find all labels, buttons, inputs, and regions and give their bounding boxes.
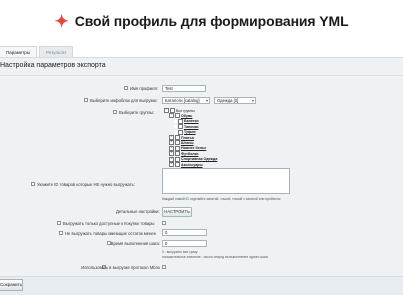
tree-item-checkbox[interactable]: [170, 108, 175, 113]
tree-item-checkbox[interactable]: [178, 118, 183, 124]
leaf-icon: [174, 119, 177, 123]
detail-settings-label: Детальные настройки:: [116, 209, 160, 214]
expand-icon[interactable]: +: [169, 140, 174, 146]
tree-item-checkbox[interactable]: [175, 151, 180, 157]
groups-checkbox[interactable]: [113, 110, 117, 114]
exclude-ids-label: Укажите ID товаров которые НЕ нужно выгр…: [37, 182, 136, 187]
tree-item-checkbox[interactable]: [175, 113, 180, 119]
tree-item-label: Все группы: [176, 108, 195, 113]
tree-item-label: Платья: [181, 135, 194, 140]
catalog-type-select[interactable]: Каталоги [catalog]: [162, 97, 210, 104]
tree-item[interactable]: + Спортивная Одежда: [169, 156, 218, 162]
iblock-value: Одежда [2]: [217, 98, 239, 103]
section-title: Настройка параметров экспорта: [0, 62, 106, 69]
tree-item[interactable]: Тапочки: [174, 124, 199, 130]
page-title: Свой профиль для формирования YML: [74, 13, 349, 29]
step-time-label: Время выполнения шага:: [110, 241, 160, 246]
step-time-hint-2: положительное значение - число секунд на…: [162, 255, 268, 259]
leaf-icon: [174, 130, 177, 134]
tree-item-label: Туфли: [184, 130, 196, 135]
tree-item-checkbox[interactable]: [175, 156, 180, 162]
tree-item-label: Аксессуары: [181, 162, 203, 167]
profile-name-input[interactable]: Test: [162, 85, 206, 92]
tree-item[interactable]: + Футболки: [169, 151, 199, 157]
exclude-ids-textarea[interactable]: [162, 168, 290, 194]
exclude-ids-hint: Каждый новый ID отделяйте запятой, точко…: [162, 197, 281, 201]
only-available-label: Выгружать только доступные к покупке тов…: [63, 221, 155, 226]
expand-icon[interactable]: +: [169, 145, 174, 151]
collapse-icon[interactable]: −: [169, 113, 174, 119]
only-available-toggle[interactable]: [162, 221, 166, 225]
tree-item-checkbox[interactable]: [175, 140, 180, 146]
min-stock-checkbox[interactable]: [59, 231, 63, 235]
tree-item[interactable]: Туфли: [174, 129, 196, 135]
tree-item[interactable]: − Все группы: [164, 108, 195, 113]
expand-icon[interactable]: +: [169, 151, 174, 157]
expand-icon[interactable]: +: [169, 135, 174, 140]
collapse-icon[interactable]: −: [164, 108, 169, 113]
save-button[interactable]: Сохранить: [0, 279, 23, 291]
only-available-checkbox[interactable]: [57, 221, 61, 225]
leaf-icon: [174, 125, 177, 129]
catalog-type-value: Каталоги [catalog]: [165, 98, 200, 103]
profile-name-checkbox[interactable]: [124, 86, 128, 90]
min-stock-label: Не выгружать товары имеющие остаток мене…: [65, 231, 157, 236]
tree-item-label: Балетки: [184, 119, 199, 124]
min-stock-input[interactable]: 0: [162, 229, 207, 236]
tree-item[interactable]: + Платья: [169, 135, 194, 140]
infoblock-checkbox[interactable]: [84, 98, 88, 102]
tree-item-checkbox[interactable]: [178, 129, 183, 135]
tree-item[interactable]: + Нижнее белье: [169, 145, 207, 151]
infoblock-label: Выберите инфоблок для выгрузки:: [90, 98, 158, 103]
tree-item-label: Спортивная Одежда: [181, 157, 218, 162]
tab-parameters[interactable]: Параметры: [0, 46, 37, 57]
page-header: ✦ Свой профиль для формирования YML: [0, 11, 403, 31]
step-time-input[interactable]: 0: [162, 240, 207, 247]
section-divider: [0, 75, 403, 76]
mbox-toggle[interactable]: [162, 265, 166, 269]
tree-item[interactable]: Балетки: [174, 118, 199, 124]
exclude-ids-checkbox[interactable]: [31, 182, 35, 186]
expand-icon[interactable]: +: [169, 156, 174, 162]
footer-bar: [0, 276, 403, 295]
tree-item-label: Штаны: [181, 140, 194, 145]
iblock-select[interactable]: Одежда [2]: [214, 97, 256, 104]
mbox-label: Использовать в выгрузке протокол Mbox: [81, 265, 160, 270]
tree-item-label: Футболки: [181, 151, 199, 156]
profile-name-label: Имя профиля:: [130, 86, 158, 91]
tree-item-label: Нижнее белье: [181, 146, 207, 151]
tree-item-checkbox[interactable]: [175, 145, 180, 151]
tree-item[interactable]: − Обувь: [169, 113, 193, 119]
tree-item-checkbox[interactable]: [175, 135, 180, 140]
tree-item[interactable]: + Аксессуары: [169, 162, 203, 167]
brand-star-icon: ✦: [54, 11, 69, 31]
tree-item-label: Обувь: [181, 113, 193, 118]
tab-result[interactable]: Результат: [39, 46, 74, 57]
tree-item-checkbox[interactable]: [175, 162, 180, 167]
tree-item-label: Тапочки: [184, 124, 199, 129]
groups-label: Выберите группы:: [119, 110, 155, 115]
expand-icon[interactable]: +: [169, 162, 174, 167]
tree-item-checkbox[interactable]: [178, 124, 183, 130]
step-time-hint-1: 0 - выгрузить все сразу: [162, 250, 198, 254]
tab-bar: Параметры Результат: [0, 46, 75, 57]
tree-item[interactable]: + Штаны: [169, 140, 194, 146]
configure-button[interactable]: НАСТРОИТЬ: [162, 207, 192, 217]
